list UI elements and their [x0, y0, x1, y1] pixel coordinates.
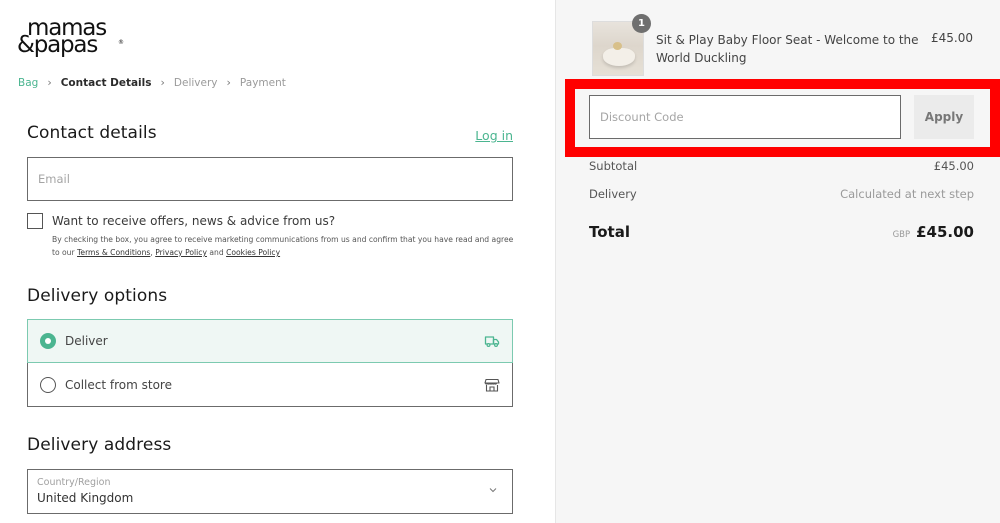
fine-print-and: and	[206, 248, 227, 257]
deliver-label: Deliver	[65, 334, 108, 348]
subtotal-label: Subtotal	[589, 159, 638, 173]
checkout-form-panel: mamas &papas ® Bag › Contact Details › D…	[0, 0, 555, 523]
delivery-row: Delivery Calculated at next step	[589, 187, 974, 201]
marketing-optin-fine-print: By checking the box, you agree to receiv…	[52, 233, 517, 259]
breadcrumb-payment: Payment	[239, 76, 286, 89]
chevron-right-icon: ›	[226, 76, 231, 89]
chevron-right-icon: ›	[160, 76, 165, 89]
subtotal-value: £45.00	[933, 159, 974, 173]
terms-conditions-link[interactable]: Terms & Conditions	[77, 248, 150, 257]
cookies-policy-link[interactable]: Cookies Policy	[226, 248, 280, 257]
total-amount: £45.00	[916, 223, 974, 241]
contact-details-heading: Contact details	[27, 123, 157, 143]
login-link[interactable]: Log in	[475, 128, 513, 143]
store-icon	[484, 378, 500, 392]
marketing-optin-label[interactable]: Want to receive offers, news & advice fr…	[52, 214, 335, 228]
total-currency: GBP	[892, 230, 911, 240]
delivery-options-group: Deliver Collect from store	[27, 319, 513, 407]
delivery-cost-value: Calculated at next step	[840, 187, 974, 201]
country-region-label: Country/Region	[37, 477, 111, 488]
discount-code-field-wrapper	[589, 95, 901, 139]
quantity-badge: 1	[632, 14, 651, 33]
chevron-down-icon	[489, 488, 497, 493]
email-input[interactable]	[28, 158, 512, 200]
delivery-option-deliver[interactable]: Deliver	[27, 319, 513, 363]
breadcrumb-contact-details: Contact Details	[60, 76, 152, 89]
product-image-duck	[613, 42, 622, 50]
mamas-papas-logo[interactable]: mamas &papas ®	[17, 17, 127, 62]
truck-icon	[484, 336, 500, 348]
marketing-optin-checkbox[interactable]	[27, 213, 43, 229]
delivery-options-heading: Delivery options	[27, 286, 168, 306]
total-value-group: GBP £45.00	[893, 223, 974, 241]
product-price: £45.00	[931, 31, 973, 45]
email-field-wrapper	[27, 157, 513, 201]
discount-code-input[interactable]	[590, 96, 900, 138]
collect-label: Collect from store	[65, 377, 172, 392]
breadcrumb-bag[interactable]: Bag	[18, 77, 38, 89]
radio-selected[interactable]	[40, 333, 56, 349]
delivery-address-heading: Delivery address	[27, 435, 172, 455]
product-image-seat	[603, 48, 635, 66]
logo-registered-mark: ®	[118, 39, 124, 46]
product-name: Sit & Play Baby Floor Seat - Welcome to …	[656, 33, 919, 65]
delivery-option-collect[interactable]: Collect from store	[28, 363, 512, 406]
total-row: Total GBP £45.00	[589, 223, 974, 241]
country-region-value: United Kingdom	[37, 491, 134, 505]
privacy-policy-link[interactable]: Privacy Policy	[155, 248, 207, 257]
total-label: Total	[589, 223, 630, 241]
chevron-right-icon: ›	[47, 76, 52, 89]
country-region-select[interactable]: Country/Region United Kingdom	[27, 469, 513, 514]
breadcrumb: Bag › Contact Details › Delivery › Payme…	[18, 76, 286, 89]
apply-discount-button[interactable]: Apply	[914, 95, 974, 139]
subtotal-row: Subtotal £45.00	[589, 159, 974, 173]
radio-unselected[interactable]	[40, 376, 56, 393]
logo-line-2: &papas	[17, 32, 98, 58]
breadcrumb-delivery: Delivery	[173, 76, 218, 89]
delivery-cost-label: Delivery	[589, 187, 637, 201]
